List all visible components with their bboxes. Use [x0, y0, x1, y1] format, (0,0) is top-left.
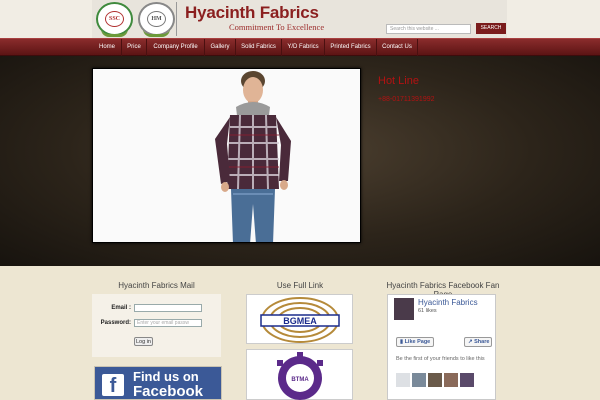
hm-seal-text: HM [147, 11, 166, 27]
nav-item-solid-fabrics[interactable]: Solid Fabrics [236, 39, 282, 56]
password-label: Password: [100, 320, 131, 326]
search-button[interactable]: SEARCH [476, 23, 506, 34]
like-page-label: Like Page [404, 339, 431, 345]
friend-avatar[interactable] [444, 373, 458, 387]
bgmea-label: BGMEA [283, 316, 317, 326]
fb-banner-line2: Facebook [133, 383, 204, 400]
laurel-decoration [143, 29, 170, 37]
nav-item-price[interactable]: Price [122, 39, 147, 56]
email-label: Email : [111, 305, 131, 311]
fb-likes-count: 61 likes [418, 308, 437, 314]
model-photo [93, 69, 360, 242]
password-field[interactable]: Enter your email passw [134, 319, 202, 327]
page-avatar[interactable] [394, 298, 414, 320]
search-input[interactable]: Search this website ... [386, 24, 471, 34]
main-nav: Home Price Company Profile Gallery Solid… [0, 38, 600, 56]
hotline-number[interactable]: +88-01711391992 [378, 96, 435, 103]
friends-like-text: Be the first of your friends to like thi… [396, 356, 485, 362]
nav-item-printed-fabrics[interactable]: Printed Fabrics [325, 39, 377, 56]
nav-item-gallery[interactable]: Gallery [205, 39, 236, 56]
login-button[interactable]: Log in [134, 337, 153, 346]
share-button[interactable]: ↗ Share [464, 337, 492, 347]
friend-avatar[interactable] [460, 373, 474, 387]
mail-widget-title: Hyacinth Fabrics Mail [118, 281, 195, 290]
bgmea-link[interactable]: BGMEA [246, 294, 353, 344]
btma-logo-icon: BTMA [277, 352, 323, 400]
nav-item-contact-us[interactable]: Contact Us [377, 39, 418, 56]
btma-label: BTMA [291, 377, 309, 383]
hero-image [92, 68, 361, 243]
share-label: Share [474, 339, 490, 345]
find-us-on-facebook-banner[interactable]: f Find us on Facebook [94, 366, 222, 400]
nav-item-company-profile[interactable]: Company Profile [147, 39, 205, 56]
ssc-seal-logo: SSC [96, 2, 133, 37]
email-field[interactable] [134, 304, 202, 312]
btma-link[interactable]: BTMA [246, 349, 353, 400]
nav-item-home[interactable]: Home [93, 39, 122, 56]
nav-item-yd-fabrics[interactable]: Y/D Fabrics [282, 39, 325, 56]
ssc-seal-text: SSC [105, 11, 124, 27]
hotline-title: Hot Line [378, 75, 419, 87]
laurel-decoration [101, 29, 128, 37]
facebook-icon: f [102, 374, 124, 397]
fb-banner-line1: Find us on [133, 369, 199, 384]
links-widget-title: Use Full Link [276, 281, 324, 290]
hm-seal-logo: HM [138, 2, 175, 37]
friend-avatar[interactable] [396, 373, 410, 387]
like-page-button[interactable]: ▮ Like Page [396, 337, 434, 347]
facebook-page-plugin: Hyacinth Fabrics 61 likes ▮ Like Page ↗ … [387, 294, 496, 400]
friend-avatar[interactable] [412, 373, 426, 387]
friend-avatar[interactable] [428, 373, 442, 387]
bgmea-logo-icon: BGMEA [260, 297, 340, 343]
brand-tagline: Commitment To Excellence [229, 22, 325, 32]
brand-title[interactable]: Hyacinth Fabrics [185, 3, 319, 23]
logo-divider [176, 2, 177, 36]
fb-page-name[interactable]: Hyacinth Fabrics [418, 298, 478, 307]
